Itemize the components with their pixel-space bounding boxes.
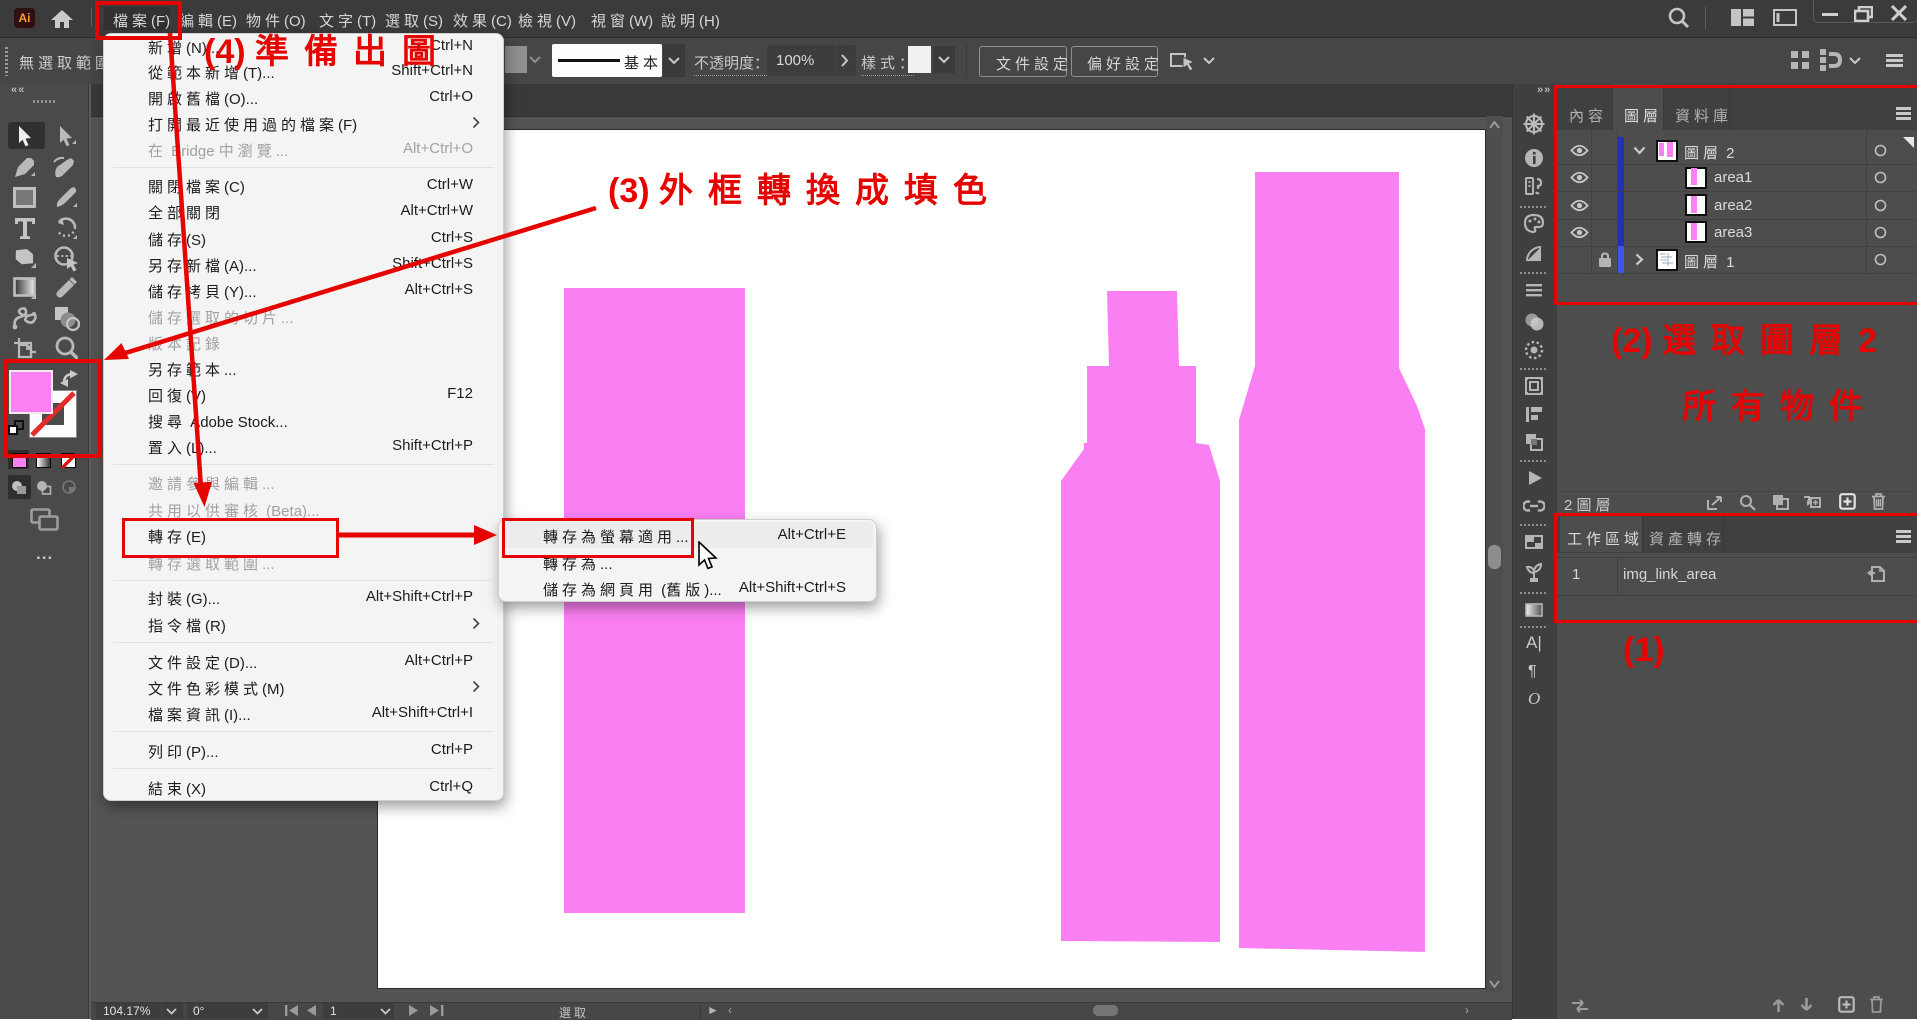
svg-text:O: O (1528, 689, 1540, 708)
svg-text:¶: ¶ (1528, 663, 1537, 680)
svg-text:A|: A| (1526, 633, 1542, 652)
